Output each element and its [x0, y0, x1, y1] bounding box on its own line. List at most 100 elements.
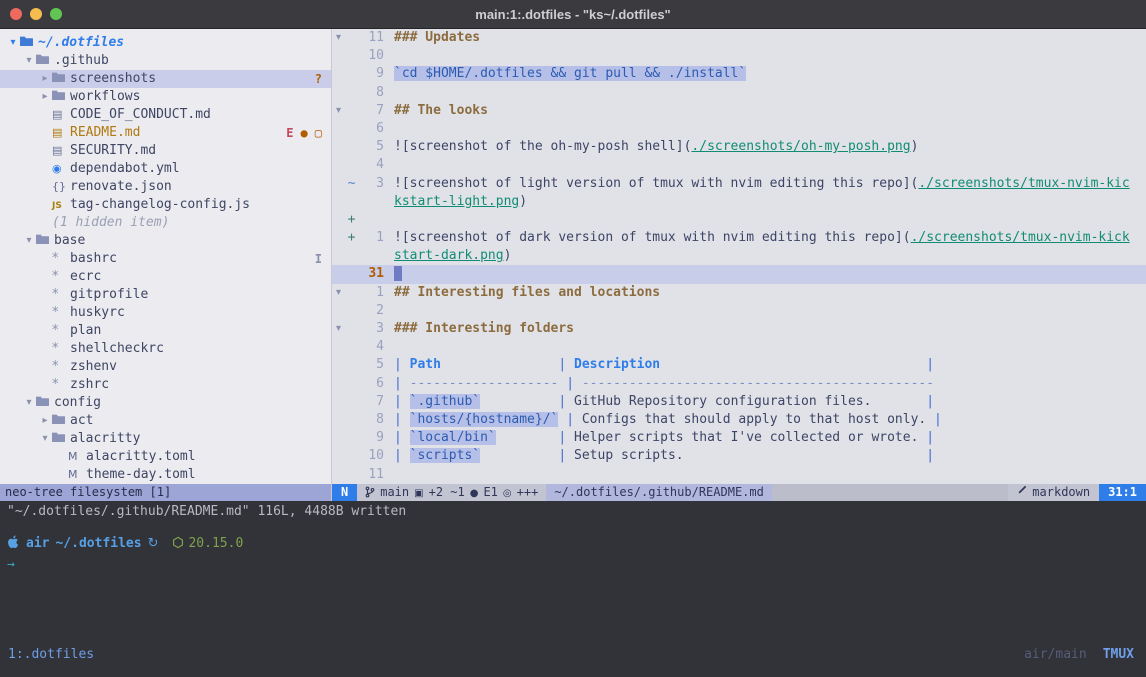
- tree-file-renovate-json[interactable]: {}renovate.json: [0, 178, 331, 196]
- tree-file-tag-changelog-config-js[interactable]: JStag-changelog-config.js: [0, 196, 331, 214]
- text-segment: ## Interesting files and locations: [394, 285, 660, 300]
- editor-line[interactable]: ▾ 3### Interesting folders: [332, 320, 1146, 338]
- editor-line[interactable]: 10: [332, 47, 1146, 65]
- tree-item-label: gitprofile: [70, 286, 148, 304]
- tree-file-dependabot-yml[interactable]: ◉dependabot.yml: [0, 160, 331, 178]
- git-sign: [345, 102, 358, 120]
- tree-folder-github[interactable]: ▾.github: [0, 52, 331, 70]
- text-segment: ): [911, 139, 919, 154]
- text-segment: ./screenshots/oh-my-posh.png: [691, 139, 910, 154]
- tree-file-theme-day-toml[interactable]: Mtheme-day.toml: [0, 466, 331, 484]
- fold-marker-icon: [332, 84, 345, 102]
- editor-lines[interactable]: ▾ 11### Updates 10 9`cd $HOME/.dotfiles …: [332, 29, 1146, 484]
- line-text: [384, 265, 1146, 283]
- editor-line[interactable]: 6: [332, 120, 1146, 138]
- editor-line[interactable]: start-dark.png): [332, 247, 1146, 265]
- text-segment: Setup scripts.: [574, 448, 684, 463]
- tree-file-security-md[interactable]: ▤SECURITY.md: [0, 142, 331, 160]
- editor-line[interactable]: 5| Path | Description |: [332, 356, 1146, 374]
- tree-folder-screenshots[interactable]: ▸screenshots?: [0, 70, 331, 88]
- config-icon: *: [52, 340, 70, 358]
- tree-file-readme-md[interactable]: ▤README.mdE●▢: [0, 124, 331, 142]
- editor-line[interactable]: 10| `scripts` | Setup scripts. |: [332, 447, 1146, 465]
- editor-line[interactable]: 9`cd $HOME/.dotfiles && git pull && ./in…: [332, 65, 1146, 83]
- editor-line[interactable]: +1![screenshot of dark version of tmux w…: [332, 229, 1146, 247]
- folder-icon: [52, 430, 70, 448]
- line-text: [384, 84, 1146, 102]
- statusline-filepath: ~/.dotfiles/.github/README.md: [546, 484, 772, 501]
- line-number: 3: [358, 320, 384, 338]
- pencil-icon: [1017, 484, 1027, 501]
- tree-item-label: dependabot.yml: [70, 160, 180, 178]
- editor-line[interactable]: +: [332, 211, 1146, 229]
- fold-marker-icon: [332, 120, 345, 138]
- tree-file-alacritty-toml[interactable]: Malacritty.toml: [0, 448, 331, 466]
- tree-file-gitprofile[interactable]: *gitprofile: [0, 286, 331, 304]
- tree-item-label: bashrc: [70, 250, 117, 268]
- editor-line[interactable]: 5![screenshot of the oh-my-posh shell](.…: [332, 138, 1146, 156]
- editor-line[interactable]: 7| `.github` | GitHub Repository configu…: [332, 393, 1146, 411]
- minimize-button[interactable]: [30, 8, 42, 20]
- text-segment: ): [519, 194, 527, 209]
- text-segment: |: [480, 448, 574, 463]
- tree-folder-dotfiles[interactable]: ▾~/.dotfiles: [0, 34, 331, 52]
- line-text: | `.github` | GitHub Repository configur…: [384, 393, 1146, 411]
- line-number: 11: [358, 466, 384, 484]
- editor-line[interactable]: ▾ 1## Interesting files and locations: [332, 284, 1146, 302]
- git-sign: [345, 320, 358, 338]
- tree-item-label: screenshots: [70, 70, 156, 88]
- tree-folder-config[interactable]: ▾config: [0, 394, 331, 412]
- editor-line[interactable]: 2: [332, 302, 1146, 320]
- editor-line[interactable]: 4: [332, 156, 1146, 174]
- text-segment: ./screenshots/tmux-nvim-kic: [918, 176, 1129, 191]
- editor-line[interactable]: 8: [332, 84, 1146, 102]
- shell-area[interactable]: air ~/.dotfiles ↻ 20.15.0 →: [0, 522, 1146, 638]
- editor-line[interactable]: ▾ 7## The looks: [332, 102, 1146, 120]
- tree-folder-alacritty[interactable]: ▾alacritty: [0, 430, 331, 448]
- text-segment: kstart-light.png: [394, 194, 519, 209]
- folder-icon: [52, 412, 70, 430]
- editor-line[interactable]: kstart-light.png): [332, 193, 1146, 211]
- editor-line[interactable]: 6| ------------------- | ---------------…: [332, 375, 1146, 393]
- tree-folder-base[interactable]: ▾base: [0, 232, 331, 250]
- tree-file-huskyrc[interactable]: *huskyrc: [0, 304, 331, 322]
- statusline-position: 31:1: [1099, 484, 1146, 501]
- config-icon: *: [52, 268, 70, 286]
- editor-pane[interactable]: ▾ 11### Updates 10 9`cd $HOME/.dotfiles …: [332, 29, 1146, 501]
- editor-line[interactable]: 8| `hosts/{hostname}/` | Configs that sh…: [332, 411, 1146, 429]
- tree-indent: [54, 466, 68, 484]
- line-number: 9: [358, 429, 384, 447]
- editor-line[interactable]: 31: [332, 265, 1146, 283]
- tree-file-shellcheckrc[interactable]: *shellcheckrc: [0, 340, 331, 358]
- close-button[interactable]: [10, 8, 22, 20]
- tree-file-plan[interactable]: *plan: [0, 322, 331, 340]
- status-badge: ?: [315, 70, 322, 88]
- text-segment: |: [394, 376, 410, 391]
- editor-line[interactable]: 9| `local/bin` | Helper scripts that I'v…: [332, 429, 1146, 447]
- tree-file-zshenv[interactable]: *zshenv: [0, 358, 331, 376]
- tree-folder-workflows[interactable]: ▸workflows: [0, 88, 331, 106]
- tree-item-label: theme-day.toml: [86, 466, 196, 484]
- editor-line[interactable]: 11: [332, 466, 1146, 484]
- text-segment: |: [926, 412, 942, 427]
- tree-file-code-of-conduct-md[interactable]: ▤CODE_OF_CONDUCT.md: [0, 106, 331, 124]
- tree-file-ecrc[interactable]: *ecrc: [0, 268, 331, 286]
- zoom-button[interactable]: [50, 8, 62, 20]
- text-segment: ### Interesting folders: [394, 321, 574, 336]
- text-segment: Helper scripts that I've collected or wr…: [574, 430, 918, 445]
- tree-file-zshrc[interactable]: *zshrc: [0, 376, 331, 394]
- tree-item-label: zshrc: [70, 376, 109, 394]
- fold-marker-icon: [332, 193, 345, 211]
- text-segment: `hosts/{hostname}/`: [410, 412, 559, 427]
- editor-line[interactable]: ▾ 11### Updates: [332, 29, 1146, 47]
- markdown-icon: ▤: [52, 106, 70, 124]
- tree-indent: [38, 250, 52, 268]
- tree-note-1-hidden-item[interactable]: (1 hidden item): [0, 214, 331, 232]
- tree-file-bashrc[interactable]: *bashrcI: [0, 250, 331, 268]
- tree-folder-act[interactable]: ▸act: [0, 412, 331, 430]
- tmux-window-item[interactable]: 1:.dotfiles: [8, 647, 94, 662]
- nvim-workspace: ▾~/.dotfiles▾.github▸screenshots?▸workfl…: [0, 29, 1146, 501]
- editor-line[interactable]: ~3![screenshot of light version of tmux …: [332, 175, 1146, 193]
- editor-line[interactable]: 4: [332, 338, 1146, 356]
- text-segment: ![screenshot of the oh-my-posh shell](: [394, 139, 691, 154]
